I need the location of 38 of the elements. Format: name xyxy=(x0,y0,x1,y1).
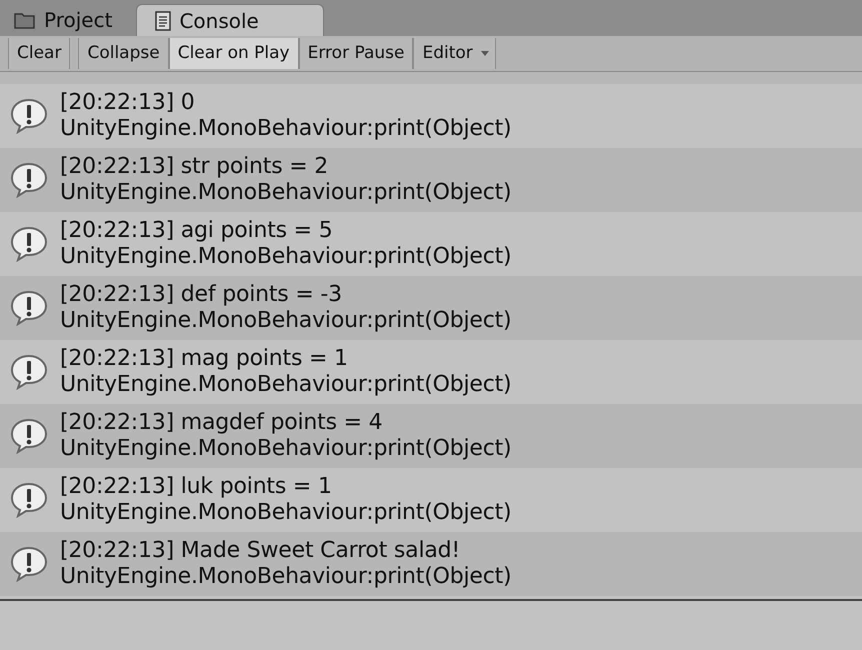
info-icon xyxy=(10,482,48,518)
info-icon xyxy=(10,226,48,262)
log-message: [20:22:13] mag points = 1 xyxy=(60,346,348,372)
log-source-text: UnityEngine.MonoBehaviour:print(Object) xyxy=(60,244,512,270)
log-entry[interactable]: [20:22:13] str points = 2 UnityEngine.MonoBehaviour:print(Object) xyxy=(0,148,862,212)
info-icon xyxy=(10,290,48,326)
log-message: [20:22:13] def points = -3 xyxy=(60,282,342,308)
log-message: [20:22:13] magdef points = 4 xyxy=(60,410,382,436)
log-entry[interactable]: [20:22:13] def points = -3 UnityEngine.MonoBehaviour:print(Object) xyxy=(0,276,862,340)
log-source-text: UnityEngine.MonoBehaviour:print(Object) xyxy=(60,116,512,142)
log-message: [20:22:13] Made Sweet Carrot salad! xyxy=(60,538,460,564)
info-icon xyxy=(10,354,48,390)
folder-icon xyxy=(14,11,36,29)
log-message: [20:22:13] str points = 2 xyxy=(60,154,328,180)
info-icon xyxy=(10,162,48,198)
toggle-button[interactable]: Clear on Play xyxy=(168,38,299,69)
toggle-button[interactable]: Collapse xyxy=(78,38,169,69)
caret-icon xyxy=(480,51,489,56)
log-source-text: UnityEngine.MonoBehaviour:print(Object) xyxy=(60,564,512,590)
log-source-text: UnityEngine.MonoBehaviour:print(Object) xyxy=(60,308,512,334)
info-icon xyxy=(10,98,48,134)
document-icon xyxy=(155,10,172,30)
log-source-text: UnityEngine.MonoBehaviour:print(Object) xyxy=(60,372,512,398)
toolbar-button[interactable]: Clear xyxy=(8,38,70,69)
tab[interactable]: Project xyxy=(4,4,132,36)
log-source-text: UnityEngine.MonoBehaviour:print(Object) xyxy=(60,180,512,206)
log-source-text: UnityEngine.MonoBehaviour:print(Object) xyxy=(60,436,512,462)
log-message: [20:22:13] luk points = 1 xyxy=(60,474,332,500)
log-message: [20:22:13] agi points = 5 xyxy=(60,218,333,244)
toggle-button[interactable]: Error Pause xyxy=(298,38,414,69)
log-entry[interactable]: [20:22:13] Made Sweet Carrot salad! UnityEngine.MonoBehaviour:print(Object) xyxy=(0,532,862,596)
info-icon xyxy=(10,546,48,582)
log-message: [20:22:13] 0 xyxy=(60,90,195,116)
log-entry[interactable]: [20:22:13] magdef points = 4 UnityEngine.MonoBehaviour:print(Object) xyxy=(0,404,862,468)
info-icon xyxy=(10,418,48,454)
tab[interactable]: Console xyxy=(136,4,324,36)
log-source-text: UnityEngine.MonoBehaviour:print(Object) xyxy=(60,500,512,526)
dropdown-button[interactable]: Editor xyxy=(413,38,496,69)
